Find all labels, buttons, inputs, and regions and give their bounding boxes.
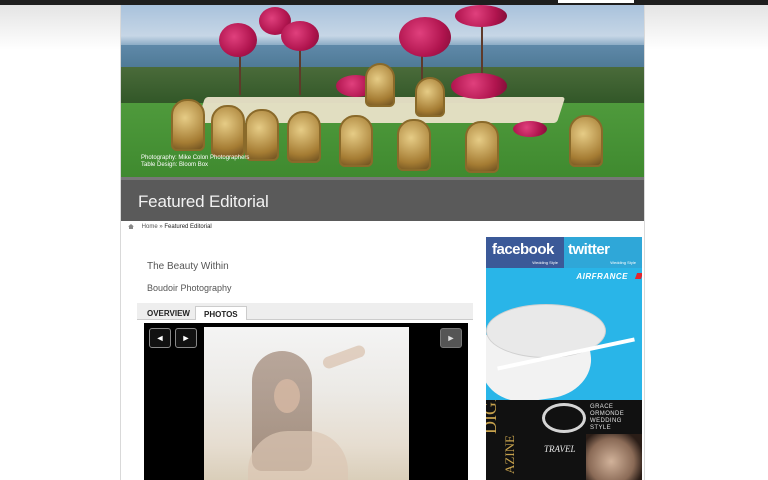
flower-arrangement — [281, 21, 319, 51]
flower-arrangement — [455, 5, 507, 27]
photo-credit: Photography: Mike Colon Photographers Ta… — [141, 155, 249, 169]
photo-subject-arm — [321, 343, 367, 371]
magazine-title-line: WEDDING — [590, 418, 622, 424]
flower-arrangement — [399, 17, 451, 57]
next-photo-button[interactable]: ► — [175, 328, 197, 348]
digital-magazine-ad[interactable]: DIGITAL AZINE GRACE ORMONDE WEDDING STYL… — [486, 400, 642, 480]
previous-photo-button[interactable]: ◄ — [149, 328, 171, 348]
gold-chair — [245, 109, 279, 161]
gold-chair — [171, 99, 205, 151]
magazine-logo — [542, 403, 586, 433]
gold-chair — [397, 119, 431, 171]
magazine-cover-model — [586, 434, 642, 480]
photo-credit-line: Table Design: Bloom Box — [141, 162, 209, 168]
twitter-brand: twitter — [568, 241, 610, 258]
breadcrumb-current: Featured Editorial — [164, 224, 212, 230]
gold-chair — [415, 77, 445, 117]
gold-chair — [365, 63, 395, 107]
next-arrow-icon: ► — [181, 333, 191, 343]
magazine-title-line: ORMONDE — [590, 411, 625, 417]
prev-arrow-icon: ◄ — [155, 333, 165, 343]
magazine-vertical-text: DIGITAL — [486, 400, 501, 434]
magazine-title-line: GRACE — [590, 404, 614, 410]
top-bar-tab[interactable] — [558, 0, 634, 3]
gold-chair — [287, 111, 321, 163]
gold-chair — [569, 115, 603, 167]
slideshow-play-button[interactable]: ► — [440, 328, 462, 348]
photo-gallery: ◄ ► ► — [144, 323, 468, 480]
flower-arrangement — [451, 73, 507, 99]
page-title: Featured Editorial — [138, 192, 269, 211]
gold-chair — [465, 121, 499, 173]
breadcrumb: Home » Featured Editorial — [128, 224, 212, 230]
content-tabs: OVERVIEW PHOTOS — [137, 303, 473, 320]
flower-arrangement — [219, 23, 257, 57]
article-subtitle: Boudoir Photography — [147, 283, 232, 293]
twitter-tag: Wedding Style — [610, 260, 636, 265]
breadcrumb-home-link[interactable]: Home — [142, 224, 158, 230]
magazine-title-line: STYLE — [590, 425, 612, 431]
photo-subject-body — [248, 431, 348, 480]
airfrance-logo: AIRFRANCE — [576, 272, 628, 281]
article-title: The Beauty Within — [147, 261, 229, 272]
home-icon[interactable] — [128, 224, 134, 229]
photo-credit-line: Photography: Mike Colon Photographers — [141, 155, 250, 161]
gold-chair — [211, 105, 245, 157]
tab-photos[interactable]: PHOTOS — [195, 306, 247, 320]
facebook-button[interactable]: facebook Wedding Style — [486, 237, 564, 268]
gallery-photo[interactable] — [204, 327, 409, 480]
magazine-title: GRACE ORMONDE WEDDING STYLE — [590, 404, 624, 432]
play-icon: ► — [446, 333, 456, 343]
tab-overview[interactable]: OVERVIEW — [139, 306, 198, 320]
title-band: Featured Editorial — [121, 177, 644, 221]
breadcrumb-separator: » — [159, 224, 163, 230]
photo-subject-face — [274, 379, 300, 413]
airfrance-logo-stripe — [634, 273, 642, 279]
facebook-tag: Wedding Style — [532, 260, 558, 265]
flower-arrangement — [513, 121, 547, 137]
hero-banner-image: Photography: Mike Colon Photographers Ta… — [121, 5, 644, 177]
airfrance-ad[interactable]: AIRFRANCE — [486, 268, 642, 400]
twitter-button[interactable]: twitter Wedding Style — [564, 237, 642, 268]
magazine-vertical-text: AZINE — [502, 435, 517, 474]
social-banner: facebook Wedding Style twitter Wedding S… — [486, 237, 642, 268]
facebook-brand: facebook — [492, 241, 554, 258]
magazine-feature: TRAVEL — [544, 444, 576, 454]
gold-chair — [339, 115, 373, 167]
